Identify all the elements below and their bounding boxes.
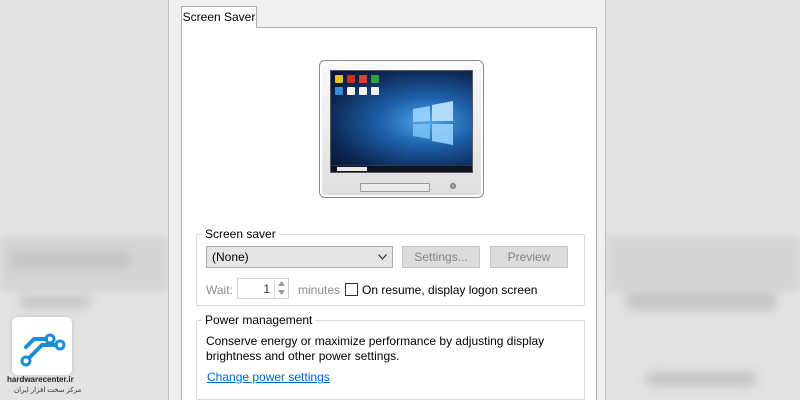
monitor-bezel-slot <box>360 183 430 192</box>
screen-saver-group: Screen saver (None) Settings... Preview … <box>196 227 585 306</box>
blurred-background-right <box>606 0 800 400</box>
hardwarecenter-logo <box>12 317 72 375</box>
resume-logon-label[interactable]: On resume, display logon screen <box>362 283 537 297</box>
power-management-group: Power management Conserve energy or maxi… <box>196 313 585 400</box>
taskbar-search-box <box>337 167 367 171</box>
screen-saver-dialog: Screen Saver Screen saver (None) Setting… <box>168 0 606 400</box>
tab-panel: Screen saver (None) Settings... Preview … <box>181 27 597 400</box>
power-management-group-title: Power management <box>202 313 316 327</box>
stepper-down-icon[interactable] <box>278 290 285 295</box>
tab-screen-saver[interactable]: Screen Saver <box>181 6 257 28</box>
settings-button[interactable]: Settings... <box>402 246 480 268</box>
watermark-tagline: مرکز سخت افزار ایران <box>14 387 82 394</box>
screen-saver-dropdown-value: (None) <box>212 250 249 264</box>
wait-minutes-value: 1 <box>263 282 270 296</box>
screen-saver-group-title: Screen saver <box>202 227 279 241</box>
change-power-settings-link[interactable]: Change power settings <box>207 370 330 384</box>
desktop-icon <box>347 87 355 95</box>
blurred-background-shape <box>10 252 130 268</box>
desktop-icon <box>371 87 379 95</box>
desktop-icon <box>335 87 343 95</box>
power-management-description: Conserve energy or maximize performance … <box>206 334 545 363</box>
blurred-background-strip <box>606 236 800 292</box>
minutes-label: minutes <box>298 283 341 297</box>
chevron-down-icon <box>378 254 387 260</box>
desktop-preview-screen <box>330 70 473 173</box>
resume-logon-checkbox[interactable] <box>345 283 358 296</box>
windows-logo-icon <box>413 101 453 145</box>
blurred-background-shape <box>626 292 776 310</box>
blurred-background-shape <box>20 296 90 308</box>
wait-minutes-stepper[interactable]: 1 <box>237 278 289 299</box>
desktop-icon <box>335 75 343 83</box>
watermark-site: hardwarecenter.ir <box>7 375 74 384</box>
desktop-icon <box>359 87 367 95</box>
desktop-icon <box>347 75 355 83</box>
wait-label: Wait: <box>206 283 233 297</box>
monitor-preview <box>319 60 484 198</box>
desktop-icon <box>371 75 379 83</box>
blurred-background-shape <box>646 372 756 386</box>
monitor-power-led <box>450 183 456 189</box>
stepper-buttons <box>274 279 288 298</box>
circuit-logo-icon <box>20 333 66 367</box>
preview-button[interactable]: Preview <box>490 246 568 268</box>
stepper-up-icon[interactable] <box>278 281 285 286</box>
taskbar <box>331 165 472 172</box>
screen-saver-dropdown[interactable]: (None) <box>206 246 393 268</box>
desktop-icon <box>359 75 367 83</box>
